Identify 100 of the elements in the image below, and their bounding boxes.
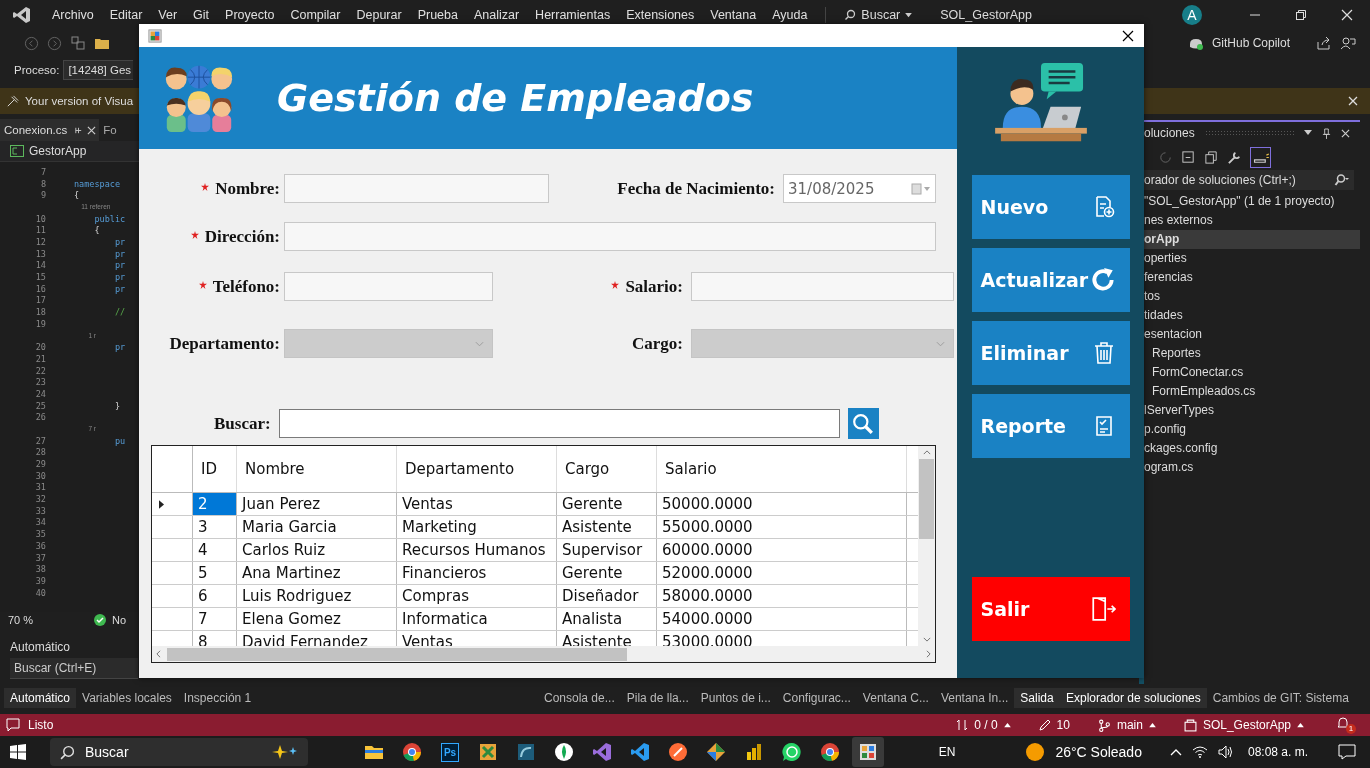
table-cell: Carlos Ruiz xyxy=(237,539,397,561)
editor-tab[interactable]: Conexion.cs xyxy=(0,119,100,141)
code-text: namespace xyxy=(74,178,121,189)
table-cell: 2 xyxy=(193,493,237,515)
line-number: 19 xyxy=(34,318,47,329)
action-button[interactable]: Eliminar xyxy=(971,321,1130,385)
tree-item[interactable]: ogram.cs xyxy=(1144,458,1360,477)
menu-item[interactable]: Analizar xyxy=(465,8,528,22)
line-number: 31 xyxy=(34,482,47,493)
search-button[interactable]: Buscar xyxy=(836,8,921,22)
sync-button[interactable]: 0 / 0 xyxy=(956,718,1011,732)
menu-item[interactable]: Ver xyxy=(150,8,186,22)
tree-item[interactable]: p.config xyxy=(1144,420,1360,439)
menu-item[interactable]: Compilar xyxy=(282,8,349,22)
date-picker[interactable]: 31/08/2025 xyxy=(783,174,936,203)
repository-button[interactable]: SOL_GestorApp xyxy=(1183,718,1304,732)
taskbar-app[interactable]: Ps xyxy=(434,737,466,767)
table-cell: 3 xyxy=(193,516,237,538)
line-number: 30 xyxy=(34,470,47,481)
tree-item[interactable]: operties xyxy=(1144,249,1360,268)
menu-item[interactable]: Editar xyxy=(101,8,151,22)
tree-item[interactable]: lServerTypes xyxy=(1144,401,1360,420)
tree-item[interactable]: orApp xyxy=(1144,230,1360,249)
field-label: Fecha de Nacimiento: xyxy=(617,178,775,199)
panel-tab[interactable]: Cambios de GIT: Sistema xyxy=(1206,688,1355,708)
tree-item[interactable]: ckages.config xyxy=(1144,439,1360,458)
tree-item[interactable]: nes externos xyxy=(1144,211,1360,230)
copilot-button[interactable]: GitHub Copilot xyxy=(1211,36,1290,50)
panel-tab[interactable]: Configurac... xyxy=(776,688,857,708)
panel-tab[interactable]: Puntos de i... xyxy=(694,688,777,708)
scope-dropdown[interactable]: GestorApp xyxy=(0,141,139,162)
panel-tab[interactable]: Salida xyxy=(1014,688,1060,708)
weather-text[interactable]: 26°C Soleado xyxy=(1055,744,1142,760)
tree-item[interactable]: Reportes xyxy=(1144,344,1360,363)
issues-status: No xyxy=(112,614,127,626)
app-label: Ps xyxy=(440,742,460,762)
column-header[interactable]: Salario xyxy=(657,446,907,492)
menu-item[interactable]: Proyecto xyxy=(217,8,283,22)
tree-item[interactable]: tidades xyxy=(1144,306,1360,325)
action-button[interactable]: Salir xyxy=(971,577,1130,641)
line-number: 13 xyxy=(34,248,47,259)
menu-item[interactable]: Git xyxy=(185,8,218,22)
panel-tab[interactable]: Inspección 1 xyxy=(177,688,258,708)
panel-tab[interactable]: Pila de lla... xyxy=(620,688,695,708)
tree-item[interactable]: FormConectar.cs xyxy=(1144,363,1360,382)
tree-item[interactable]: FormEmpleados.cs xyxy=(1144,382,1360,401)
table-cell: Juan Perez xyxy=(237,493,397,515)
menu-item[interactable]: Prueba xyxy=(409,8,466,22)
panel-tab[interactable]: Consola de... xyxy=(538,688,621,708)
menu-item[interactable]: Herramientas xyxy=(527,8,619,22)
branch-button[interactable]: main xyxy=(1097,718,1156,732)
line-number: 35 xyxy=(34,529,47,540)
menu-item[interactable]: Ventana xyxy=(702,8,765,22)
column-header[interactable]: Nombre xyxy=(237,446,397,492)
line-number: 32 xyxy=(34,494,47,505)
info-message: Your version of Visua xyxy=(25,95,134,107)
table-cell: 6 xyxy=(193,585,237,607)
tree-item[interactable]: "SOL_GestorApp" (1 de 1 proyecto) xyxy=(1144,192,1360,211)
table-cell: 5 xyxy=(193,562,237,584)
account-avatar[interactable]: A xyxy=(1182,5,1202,25)
table-cell: Asistente xyxy=(557,516,657,538)
clock[interactable]: 08:08 a. m. xyxy=(1247,745,1308,759)
action-button[interactable]: Actualizar xyxy=(971,248,1130,312)
panel-tab[interactable]: Ventana In... xyxy=(934,688,1015,708)
line-number: 7 xyxy=(39,166,47,177)
taskbar-search[interactable]: Buscar xyxy=(50,738,308,766)
code-text: pr xyxy=(113,272,126,283)
line-number: 26 xyxy=(34,412,47,423)
menu-item[interactable]: Extensiones xyxy=(618,8,703,22)
process-field[interactable]: [14248] Ges xyxy=(63,60,134,80)
tree-item[interactable]: esentacion xyxy=(1144,325,1360,344)
table-cell: Diseñador xyxy=(557,585,657,607)
code-text: pu xyxy=(113,435,126,446)
action-button[interactable]: Reporte xyxy=(971,394,1130,458)
zoom-dropdown[interactable]: 70 % xyxy=(8,614,88,626)
panel-tab[interactable]: Automático xyxy=(4,688,77,708)
line-number: 18 xyxy=(34,307,47,318)
panel-tab[interactable]: Explorador de soluciones xyxy=(1060,688,1207,708)
menu-item[interactable]: Archivo xyxy=(44,8,102,22)
panel-tab[interactable]: Variables locales xyxy=(76,688,178,708)
menu-item[interactable]: Depurar xyxy=(348,8,410,22)
column-header[interactable]: Cargo xyxy=(557,446,657,492)
column-header[interactable]: Departamento xyxy=(397,446,557,492)
action-button[interactable]: Nuevo xyxy=(971,175,1130,239)
search-field[interactable]: orador de soluciones (Ctrl+;) xyxy=(1144,170,1354,190)
code-text: public xyxy=(93,213,126,224)
search-placeholder: Buscar xyxy=(85,744,129,760)
changes-button[interactable]: 10 xyxy=(1038,718,1070,732)
search-field[interactable]: Buscar (Ctrl+E) xyxy=(10,658,138,679)
language-indicator[interactable]: EN xyxy=(938,745,956,759)
line-number: 24 xyxy=(34,388,47,399)
column-header[interactable]: ID xyxy=(193,446,237,492)
table-cell: Analista xyxy=(557,608,657,630)
field-label: Teléfono: xyxy=(212,276,280,297)
panel-tab[interactable]: Ventana C... xyxy=(856,688,935,708)
menu-item[interactable]: Ayuda xyxy=(764,8,816,22)
table-cell: Compras xyxy=(397,585,557,607)
tree-item[interactable]: tos xyxy=(1144,287,1360,306)
table-cell: 52000.0000 xyxy=(657,562,907,584)
tree-item[interactable]: ferencias xyxy=(1144,268,1360,287)
